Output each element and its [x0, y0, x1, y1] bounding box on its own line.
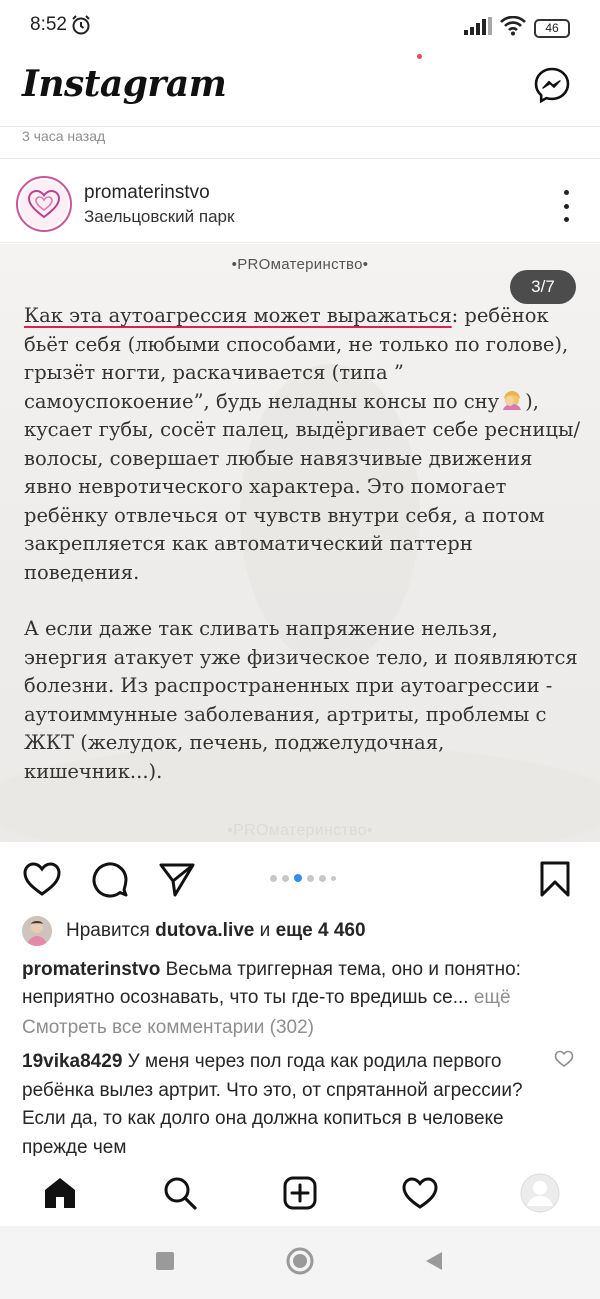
- share-button[interactable]: [158, 860, 196, 898]
- heart-icon: [23, 862, 61, 896]
- post-image-top-divider: [0, 242, 600, 243]
- activity-icon: [402, 1177, 438, 1209]
- wifi-icon: [500, 15, 526, 41]
- author-username[interactable]: promaterinstvo: [84, 182, 210, 204]
- comment-item: 19vika8429 У меня через пол года как род…: [22, 1048, 542, 1156]
- heart-logo-icon: [27, 189, 61, 219]
- slide-heading: Как эта аутоагрессия может выражаться: [24, 304, 452, 327]
- liker-username[interactable]: dutova.live: [155, 920, 254, 941]
- nav-search[interactable]: [160, 1173, 200, 1213]
- watermark-bottom: •PROматеринство•: [227, 822, 373, 839]
- system-navigation-bar: [0, 1226, 600, 1299]
- comment-icon: [92, 862, 128, 898]
- app-header: Instagram: [0, 55, 600, 121]
- author-avatar-image: [20, 180, 68, 228]
- likes-prefix: Нравится: [66, 920, 150, 941]
- home-icon: [45, 1178, 75, 1208]
- send-icon: [159, 863, 195, 897]
- post-location[interactable]: Заельцовский парк: [84, 207, 234, 227]
- post-carousel-image[interactable]: •PROматеринство• 3/7 Как эта аутоагресси…: [0, 244, 600, 842]
- heart-icon: [554, 1050, 574, 1067]
- bookmark-icon: [540, 861, 570, 897]
- post-divider: [0, 158, 600, 159]
- watermark-top: •PROматеринство•: [231, 256, 369, 273]
- caption-more-link[interactable]: ещё: [474, 987, 511, 1008]
- post-actions: [0, 852, 600, 904]
- likes-count[interactable]: еще 4 460: [276, 920, 366, 941]
- like-button[interactable]: [22, 860, 61, 898]
- status-time: 8:52: [30, 14, 67, 35]
- carousel-dot: [270, 874, 277, 882]
- status-bar: 8:52 46: [0, 0, 600, 52]
- recents-button[interactable]: [154, 1250, 176, 1277]
- status-indicators: 46: [464, 15, 570, 41]
- nav-profile[interactable]: [520, 1173, 560, 1213]
- nav-new-post[interactable]: [280, 1173, 320, 1213]
- slide-paragraph-1-text-b: ), кусает губы, сосёт палец, выдёргивает…: [24, 389, 581, 584]
- home-system-button[interactable]: [286, 1247, 314, 1280]
- post-options-button[interactable]: [556, 190, 576, 222]
- liker-avatar: [22, 916, 52, 946]
- slide-paragraph-2: А если даже так сливать напряжение нельз…: [24, 617, 578, 783]
- comment-like-button[interactable]: [554, 1050, 574, 1073]
- search-icon: [164, 1177, 197, 1210]
- carousel-dot: [282, 874, 289, 882]
- signal-icon: [464, 17, 492, 40]
- post-header: promaterinstvo Заельцовский парк: [0, 172, 600, 240]
- profile-icon: [520, 1173, 560, 1213]
- carousel-dot: [331, 875, 336, 881]
- more-dot: [563, 190, 569, 195]
- carousel-dot: [307, 874, 314, 882]
- activity-notification-dot: [417, 54, 422, 59]
- messenger-icon: [534, 67, 570, 104]
- nav-activity[interactable]: [400, 1173, 440, 1213]
- back-triangle-icon: [426, 1252, 442, 1270]
- battery-indicator: 46: [534, 19, 570, 38]
- more-dot: [563, 203, 569, 209]
- slide-counter: 3/7: [510, 270, 576, 304]
- bottom-navigation: [0, 1158, 600, 1226]
- author-avatar[interactable]: [16, 176, 72, 232]
- header-divider: [0, 126, 600, 127]
- likes-row[interactable]: Нравится dutova.live и еще 4 460: [22, 915, 366, 947]
- messenger-button[interactable]: [532, 65, 572, 105]
- alarm-icon: [70, 14, 92, 41]
- instagram-logo[interactable]: Instagram: [22, 63, 227, 105]
- carousel-dot: [319, 874, 326, 882]
- circle-icon: [286, 1247, 314, 1275]
- save-button[interactable]: [538, 860, 576, 898]
- view-all-comments-link[interactable]: Смотреть все комментарии (302): [22, 1017, 314, 1039]
- caption-username[interactable]: promaterinstvo: [22, 959, 160, 980]
- likes-connector: и: [259, 920, 271, 941]
- carousel-dot-active: [294, 874, 302, 882]
- more-dot: [563, 217, 569, 222]
- woman-facepalming-emoji-icon: [500, 390, 524, 412]
- comment-username[interactable]: 19vika8429: [22, 1051, 122, 1072]
- post-slide-text: Как эта аутоагрессия может выражаться: р…: [24, 302, 584, 814]
- slide-paragraph-1: Как эта аутоагрессия может выражаться: р…: [24, 302, 584, 587]
- back-button[interactable]: [424, 1250, 444, 1277]
- nav-home[interactable]: [40, 1173, 80, 1213]
- post-caption[interactable]: promaterinstvo Весьма триггерная тема, о…: [22, 956, 578, 1012]
- comment-button[interactable]: [91, 860, 129, 898]
- square-icon: [156, 1252, 174, 1270]
- previous-post-timestamp: 3 часа назад: [22, 128, 106, 144]
- likes-text: Нравится dutova.live и еще 4 460: [66, 920, 366, 942]
- carousel-indicator: [270, 874, 336, 882]
- new-post-icon: [283, 1176, 317, 1210]
